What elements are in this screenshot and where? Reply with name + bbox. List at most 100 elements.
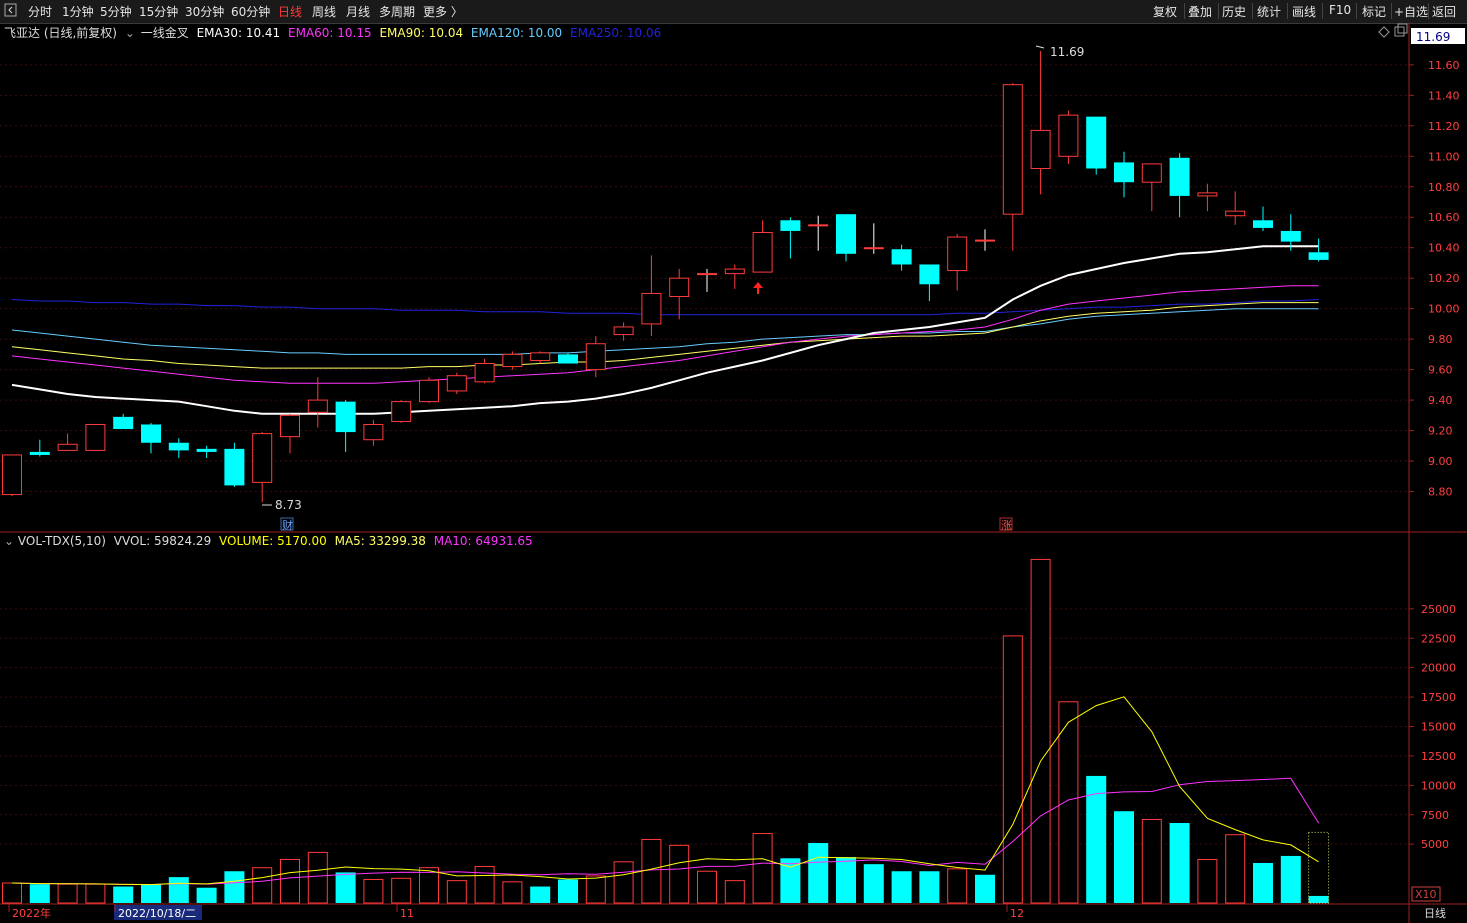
candle (947, 234, 968, 291)
high-price-label: 11.69 (1050, 45, 1084, 59)
candle (85, 423, 106, 451)
date-label: 12 (1010, 907, 1024, 920)
candle-body (57, 443, 78, 451)
candle (641, 255, 662, 337)
volume-bar (530, 886, 551, 903)
price-tick-label: 11.20 (1428, 120, 1460, 133)
date-label: 11 (400, 907, 414, 920)
volume-bar (1280, 855, 1301, 903)
volume-bar (669, 844, 690, 904)
volume-bar (1169, 822, 1190, 903)
ema250-line (11, 299, 1319, 316)
price-tick-label: 9.40 (1428, 394, 1453, 407)
candle (1002, 83, 1023, 251)
up-arrow-icon (753, 282, 763, 294)
ema90-line (11, 302, 1319, 369)
volume-bar (502, 881, 523, 904)
candle-body (224, 448, 245, 486)
price-tick-label: 10.20 (1428, 272, 1460, 285)
low-price-label: 8.73 (275, 498, 302, 512)
candle-body (585, 343, 606, 371)
diamond-icon[interactable] (1378, 26, 1390, 38)
kline-chart[interactable]: 11.60 11.40 11.20 11.00 10.80 10.60 10.40 10.20… (0, 0, 1467, 923)
volume-indicator-name[interactable]: VOL-TDX(5,10) (18, 534, 106, 548)
candle-body (724, 268, 745, 275)
zhangting-marker[interactable]: 涨 (999, 517, 1013, 532)
axis-frame (0, 23, 1467, 923)
candle-body (1086, 116, 1107, 169)
volume-bar (1114, 811, 1134, 903)
candle (363, 419, 384, 446)
candle-body (1141, 163, 1162, 183)
volume-bar (419, 867, 439, 904)
candle (474, 358, 495, 384)
projected-volume-outline (1308, 831, 1330, 904)
chevron-down-icon[interactable]: ⌄ (125, 26, 135, 40)
candle (1169, 153, 1190, 218)
candle (613, 322, 634, 341)
volume-bar (1253, 862, 1273, 903)
candle (280, 413, 300, 454)
candle-body (752, 231, 773, 273)
volume-bar (196, 887, 217, 903)
ema90-value: EMA90: 10.04 (379, 26, 464, 40)
volume-bar (391, 877, 412, 904)
candle (419, 377, 439, 404)
volume-bar (1030, 558, 1051, 904)
candle (780, 217, 801, 259)
candle (1114, 151, 1134, 198)
svg-text:财: 财 (282, 518, 293, 532)
volume-bar (224, 871, 245, 903)
volume-legend: ⌄ VOL-TDX(5,10) VVOL: 59824.29 VOLUME: 5… (4, 534, 533, 548)
price-tick-label: 10.00 (1428, 303, 1460, 316)
volume-bar (446, 880, 467, 904)
volume-tick-label: 10000 (1421, 779, 1456, 792)
candle (1197, 183, 1218, 212)
volume-bar (613, 861, 634, 904)
candle-body (446, 375, 467, 392)
price-tick-label: 9.60 (1428, 364, 1453, 377)
volume-bar (168, 877, 189, 903)
candle (558, 352, 578, 364)
candle (891, 244, 912, 271)
volume-tick-label: 12500 (1421, 750, 1456, 763)
candle (307, 377, 328, 428)
caibao-marker[interactable]: 财 (280, 517, 294, 532)
candle-body (307, 399, 328, 413)
candle-body (1280, 230, 1301, 242)
volume-bar (947, 868, 968, 904)
candle-body (113, 416, 134, 430)
vvol-value: VVOL: 59824.29 (113, 534, 212, 548)
price-tick-label: 11.60 (1428, 59, 1460, 72)
volume-bar (919, 871, 940, 903)
price-tick-label: 11.00 (1428, 150, 1460, 163)
volume-value: VOLUME: 5170.00 (219, 534, 327, 548)
ema120-line (11, 308, 1319, 355)
candle-body (85, 423, 106, 451)
ema-lines (11, 245, 1319, 415)
candle-body (280, 414, 300, 438)
indicator-name[interactable]: 一线金叉 (141, 26, 189, 40)
candle (808, 215, 829, 251)
date-label: 2022年 (12, 906, 51, 920)
svg-text:X10: X10 (1415, 888, 1437, 901)
restore-window-icon[interactable] (1394, 23, 1408, 37)
volume-bar (1141, 818, 1162, 904)
candle (446, 372, 467, 394)
chevron-down-icon[interactable]: ⌄ (4, 534, 14, 548)
volume-bar (585, 875, 606, 904)
candle (836, 214, 856, 262)
candle (57, 433, 78, 451)
candle (530, 351, 551, 364)
candles (2, 51, 1329, 503)
volume-tick-label: 25000 (1421, 603, 1456, 616)
volume-bar (474, 866, 495, 904)
period-label: 日线 (1424, 906, 1446, 920)
candle (724, 264, 745, 289)
candle-body (669, 277, 690, 297)
candle-body (863, 247, 884, 250)
candle (585, 336, 606, 378)
candle-body (419, 379, 439, 403)
candle-body (168, 442, 189, 451)
ma5-value: MA5: 33299.38 (334, 534, 426, 548)
